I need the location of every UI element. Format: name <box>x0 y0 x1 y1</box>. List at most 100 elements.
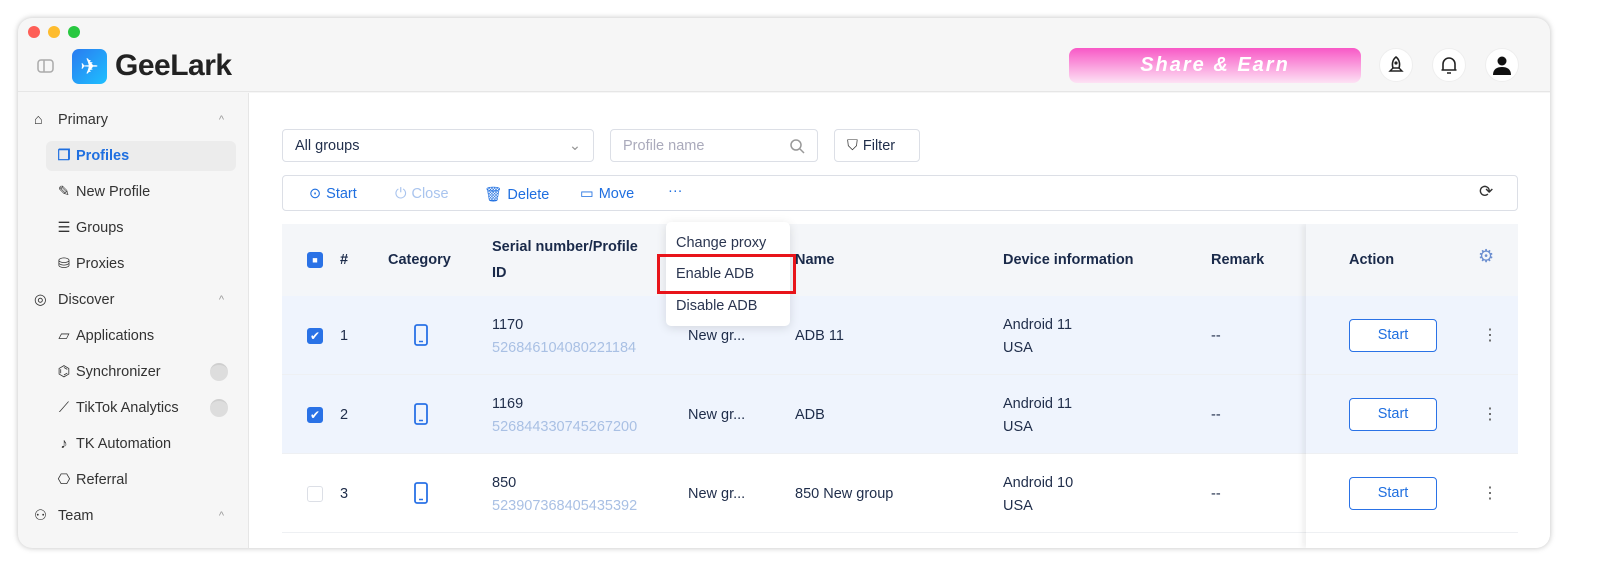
sidebar-item-synchronizer[interactable]: ⌬ Synchronizer <box>46 357 236 387</box>
sidebar-item-applications[interactable]: ▱ Applications <box>46 321 236 351</box>
profile-search-input[interactable]: Profile name <box>610 129 818 162</box>
more-button[interactable]: ··· <box>668 183 683 199</box>
action-cell: Start ⋮ <box>1306 296 1518 375</box>
delete-label: Delete <box>507 186 550 203</box>
row-checkbox[interactable] <box>307 486 323 502</box>
phone-icon <box>414 403 428 425</box>
remark: -- <box>1211 407 1221 423</box>
row-start-button[interactable]: Start <box>1349 319 1437 352</box>
action-cell: Start ⋮ <box>1306 454 1518 533</box>
serial-number: 850 <box>492 475 517 491</box>
share-earn-banner[interactable]: Share & Earn <box>1069 48 1361 83</box>
device-os: Android 10 <box>1003 475 1074 491</box>
item-label: Synchronizer <box>76 364 161 380</box>
sidebar-item-tk-automation[interactable]: ♪ TK Automation <box>46 429 236 459</box>
sidebar-section-team[interactable]: ⚇ Team ^ <box>34 501 236 531</box>
proxies-icon: ⛁ <box>57 256 71 272</box>
item-label: TikTok Analytics <box>76 400 179 416</box>
start-button[interactable]: ⊙ Start <box>309 186 357 202</box>
header-remark: Remark <box>1211 252 1265 268</box>
search-placeholder: Profile name <box>623 137 705 154</box>
filter-label: Filter <box>862 137 896 154</box>
header-action: Action <box>1349 252 1395 268</box>
header-serial-id: ID <box>492 265 507 281</box>
category <box>414 482 428 508</box>
device-country: USA <box>1003 498 1033 514</box>
profile-id: 526844330745267200 <box>492 419 638 435</box>
sidebar-item-proxies[interactable]: ⛁ Proxies <box>46 249 236 279</box>
item-label: Profiles <box>76 148 130 164</box>
remark: -- <box>1211 486 1221 502</box>
menu-item-disable-adb[interactable]: Disable ADB <box>676 298 757 314</box>
item-label: Groups <box>76 220 124 236</box>
header-serial: Serial number/Profile <box>492 239 638 255</box>
account-button[interactable] <box>1485 48 1519 82</box>
delete-button[interactable]: 🗑︎ Delete <box>484 186 550 204</box>
sidebar-item-groups[interactable]: ☰ Groups <box>46 213 236 243</box>
profile-id: 526846104080221184 <box>492 340 637 356</box>
highlight-box <box>657 254 796 294</box>
sidebar-item-new-profile[interactable]: ✎ New Profile <box>46 177 236 207</box>
team-icon: ⚇ <box>34 508 47 524</box>
device-country: USA <box>1003 419 1033 435</box>
row-checkbox[interactable]: ✔ <box>307 328 323 344</box>
profile-name: ADB <box>795 407 825 423</box>
item-label: Referral <box>76 472 128 488</box>
serial-number: 1170 <box>492 317 524 333</box>
new-profile-icon: ✎ <box>57 184 71 200</box>
brand-name: GeeLark <box>115 49 232 82</box>
referral-icon: ⎔ <box>57 472 71 488</box>
more-vertical-icon[interactable]: ⋮ <box>1482 325 1498 345</box>
close-button[interactable]: ⏻ Close <box>395 186 449 202</box>
action-header: Action ⚙ <box>1306 224 1518 296</box>
discover-icon: ◎ <box>34 292 47 308</box>
group-select[interactable]: All groups ⌄ <box>282 129 594 162</box>
rocket-button[interactable] <box>1379 48 1413 82</box>
sidebar: ⌂ Primary ^ ❐ Profiles ✎ New Profile ☰ Groups ⛁ Pr… <box>18 93 248 548</box>
synchronizer-icon: ⌬ <box>57 364 71 380</box>
device-os: Android 11 <box>1003 317 1073 333</box>
chevron-up-icon: ^ <box>218 510 224 522</box>
profile-name: ADB 11 <box>795 328 844 344</box>
header: ✈ GeeLark Share & Earn <box>18 18 1550 92</box>
menu-item-change-proxy[interactable]: Change proxy <box>676 235 766 251</box>
sidebar-section-primary[interactable]: ⌂ Primary ^ <box>34 105 236 135</box>
phone-icon <box>414 324 428 346</box>
device-os: Android 11 <box>1003 396 1073 412</box>
header-name: Name <box>795 252 835 268</box>
tk-automation-icon: ♪ <box>60 436 68 452</box>
notifications-button[interactable] <box>1432 48 1466 82</box>
refresh-icon[interactable]: ⟳ <box>1479 182 1493 202</box>
groups-icon: ☰ <box>57 220 71 236</box>
row-start-button[interactable]: Start <box>1349 477 1437 510</box>
move-button[interactable]: ▭ Move <box>580 186 634 202</box>
sidebar-item-profiles[interactable]: ❐ Profiles <box>46 141 236 171</box>
more-vertical-icon[interactable]: ⋮ <box>1482 404 1498 424</box>
move-label: Move <box>598 186 635 202</box>
close-label: Close <box>411 186 449 202</box>
sidebar-toggle-icon[interactable] <box>37 59 54 73</box>
tiktok-analytics-icon: ⟋ <box>58 400 70 416</box>
item-label: Applications <box>76 328 155 344</box>
select-all-checkbox[interactable]: ■ <box>307 252 323 268</box>
gear-icon[interactable]: ⚙ <box>1478 246 1494 267</box>
serial-number: 1169 <box>492 396 524 412</box>
header-device: Device information <box>1003 252 1134 268</box>
sidebar-section-discover[interactable]: ◎ Discover ^ <box>34 285 236 315</box>
sidebar-item-referral[interactable]: ⎔ Referral <box>46 465 236 495</box>
folder-icon: ▭ <box>580 186 594 202</box>
sidebar-item-tiktok-analytics[interactable]: ⟋ TikTok Analytics <box>46 393 236 423</box>
header-category: Category <box>388 252 451 268</box>
row-start-button[interactable]: Start <box>1349 398 1437 431</box>
row-num: 1 <box>340 328 349 344</box>
primary-icon: ⌂ <box>34 112 43 128</box>
profiles-table: ■ # Category Serial number/Profile ID Na… <box>282 224 1518 548</box>
start-label: Start <box>326 186 357 202</box>
filter-button[interactable]: ⛉ Filter <box>834 129 920 162</box>
row-num: 2 <box>340 407 349 423</box>
row-checkbox[interactable]: ✔ <box>307 407 323 423</box>
item-label: Proxies <box>76 256 125 272</box>
action-column: Action ⚙ Start ⋮ Start ⋮ Start ⋮ <box>1306 224 1518 548</box>
more-vertical-icon[interactable]: ⋮ <box>1482 483 1498 503</box>
status-badge <box>210 363 228 381</box>
